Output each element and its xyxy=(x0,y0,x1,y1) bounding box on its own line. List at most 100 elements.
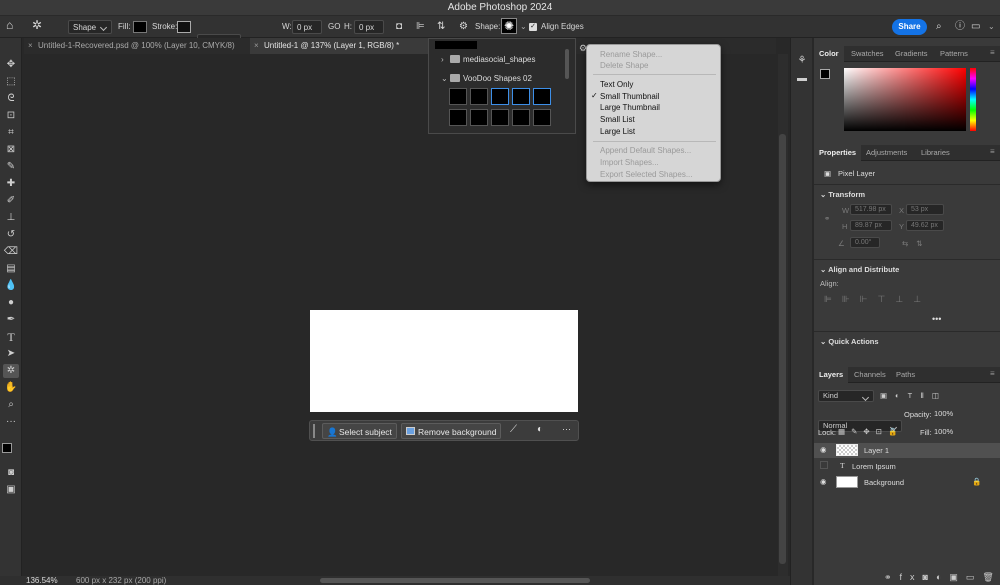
remove-background-button[interactable]: Remove background xyxy=(401,423,502,439)
shape-thumbnail[interactable] xyxy=(470,109,488,126)
object-selection-tool-icon[interactable]: ⊡ xyxy=(3,109,19,123)
vertical-scrollbar[interactable] xyxy=(778,54,788,576)
chevron-down-icon[interactable]: ⌄ xyxy=(520,20,527,34)
picker-scrollbar[interactable] xyxy=(565,49,569,79)
visibility-toggle[interactable] xyxy=(820,461,828,469)
doc-info[interactable]: 600 px x 232 px (200 ppi) xyxy=(76,576,166,585)
path-alignment-icon[interactable]: ⊫ xyxy=(416,20,425,34)
lasso-tool-icon[interactable]: ᘓ xyxy=(3,92,19,106)
align-section-header[interactable]: ⌄ Align and Distribute xyxy=(820,265,1000,274)
eyedropper-tool-icon[interactable]: ✎ xyxy=(3,160,19,174)
more-options-icon[interactable]: ••• xyxy=(932,314,1000,324)
layer-row-layer-1[interactable]: ◉ Layer 1 xyxy=(814,443,1000,458)
history-brush-tool-icon[interactable]: ↺ xyxy=(3,228,19,242)
menu-text-only[interactable]: Text Only xyxy=(600,79,633,90)
angle-field[interactable]: 0.00° xyxy=(850,237,880,248)
foreground-color-swatch[interactable] xyxy=(2,443,12,453)
tab-gradients[interactable]: Gradients xyxy=(890,46,933,62)
search-icon[interactable]: ⌕ xyxy=(936,20,942,34)
menu-append-default[interactable]: Append Default Shapes... xyxy=(600,145,691,156)
shape-preview-button[interactable]: ✺ xyxy=(501,18,517,34)
tab-color[interactable]: Color xyxy=(814,46,844,62)
mode-dropdown[interactable]: Shape xyxy=(68,20,112,34)
custom-shape-tool-icon[interactable]: ✲ xyxy=(3,364,19,378)
custom-shape-tool-icon[interactable]: ✲ xyxy=(32,18,42,32)
shape-thumbnail[interactable] xyxy=(512,109,530,126)
workspace-icon[interactable]: ▭ xyxy=(971,20,980,34)
horizontal-scroll-thumb[interactable] xyxy=(320,578,590,583)
share-button[interactable]: Share xyxy=(892,19,927,35)
tab-adjustments[interactable]: Adjustments xyxy=(861,145,912,161)
gear-icon[interactable]: ⚙ xyxy=(459,20,468,34)
close-icon[interactable]: × xyxy=(28,38,33,54)
color-field[interactable] xyxy=(844,68,966,131)
quick-actions-header[interactable]: ⌄ Quick Actions xyxy=(820,337,1000,346)
menu-large-list[interactable]: Large List xyxy=(600,126,635,137)
link-icon[interactable]: GO xyxy=(328,20,340,34)
transform-icon[interactable]: ⟋ xyxy=(510,424,517,435)
hue-slider[interactable] xyxy=(970,68,976,131)
shape-thumbnail[interactable] xyxy=(533,109,551,126)
drag-handle[interactable] xyxy=(313,424,315,438)
tab-paths[interactable]: Paths xyxy=(891,367,920,383)
chevron-down-icon[interactable]: ⌄ xyxy=(441,74,448,83)
select-subject-button[interactable]: 👤 Select subject xyxy=(322,423,397,439)
pen-tool-icon[interactable]: ✒ xyxy=(3,313,19,327)
history-panel-icon[interactable]: ⚘ xyxy=(794,54,810,68)
menu-small-list[interactable]: Small List xyxy=(600,114,635,125)
menu-import-shapes[interactable]: Import Shapes... xyxy=(600,157,659,168)
tab-libraries[interactable]: Libraries xyxy=(916,145,955,161)
marquee-tool-icon[interactable]: ⬚ xyxy=(3,75,19,89)
shape-thumbnail[interactable] xyxy=(470,88,488,105)
quick-mask-icon[interactable]: ◙ xyxy=(3,466,19,480)
comments-panel-icon[interactable]: ▬ xyxy=(794,72,810,86)
help-icon[interactable]: ⓘ xyxy=(955,20,965,34)
panel-menu-icon[interactable]: ≡ xyxy=(990,147,995,156)
menu-large-thumbnail[interactable]: Large Thumbnail xyxy=(600,102,660,113)
menu-rename-shape[interactable]: Rename Shape... xyxy=(600,49,662,60)
more-options-button[interactable]: ··· xyxy=(562,424,571,434)
zoom-level[interactable]: 136.54% xyxy=(26,576,58,585)
shape-thumbnail[interactable] xyxy=(533,88,551,105)
clone-stamp-tool-icon[interactable]: ⊥ xyxy=(3,211,19,225)
tab-recovered[interactable]: × Untitled-1-Recovered.psd @ 100% (Layer… xyxy=(24,38,246,54)
group-voodoo[interactable]: VooDoo Shapes 02 xyxy=(463,74,532,83)
foreground-color-swatch[interactable] xyxy=(820,69,830,79)
document-canvas[interactable] xyxy=(310,310,578,412)
tab-untitled-1[interactable]: × Untitled-1 @ 137% (Layer 1, RGB/8) * xyxy=(250,38,440,54)
transform-section-header[interactable]: ⌄ Transform xyxy=(820,190,1000,199)
layer-filter-dropdown[interactable]: Kind xyxy=(818,390,874,402)
layers-footer-icons[interactable]: ⚭fx◙◐▣▭🗑 xyxy=(884,572,1000,583)
path-operations-icon[interactable]: ◘ xyxy=(396,20,402,34)
shape-thumbnail[interactable] xyxy=(449,88,467,105)
tab-patterns[interactable]: Patterns xyxy=(935,46,973,62)
tab-layers[interactable]: Layers xyxy=(814,367,849,383)
tab-properties[interactable]: Properties xyxy=(814,145,862,161)
fill-field[interactable]: 100% xyxy=(934,426,964,438)
eye-icon[interactable]: ◉ xyxy=(820,445,827,454)
home-icon[interactable]: ⌂ xyxy=(6,18,13,32)
more-tools-icon[interactable]: ··· xyxy=(3,415,19,429)
type-tool-icon[interactable]: T xyxy=(3,330,19,344)
blur-tool-icon[interactable]: 💧 xyxy=(3,279,19,293)
healing-brush-tool-icon[interactable]: ✚ xyxy=(3,177,19,191)
shape-thumbnail[interactable] xyxy=(491,109,509,126)
chevron-right-icon[interactable]: › xyxy=(441,55,444,64)
flip-icons[interactable]: ⇆⇅ xyxy=(902,239,1000,248)
filter-icons[interactable]: ▣◐TⅡ◫ xyxy=(880,391,1000,400)
frame-tool-icon[interactable]: ⊠ xyxy=(3,143,19,157)
menu-delete-shape[interactable]: Delete Shape xyxy=(600,60,648,71)
transform-y-field[interactable]: 49.62 px xyxy=(906,220,944,231)
align-edges-checkbox[interactable]: ✓ xyxy=(529,23,537,31)
tab-swatches[interactable]: Swatches xyxy=(846,46,889,62)
shape-thumbnail[interactable] xyxy=(512,88,530,105)
transform-h-field[interactable]: 89.87 px xyxy=(850,220,892,231)
w-field[interactable]: 0 px xyxy=(292,20,322,34)
dodge-tool-icon[interactable]: ● xyxy=(3,296,19,310)
eye-icon[interactable]: ◉ xyxy=(820,477,827,486)
gradient-tool-icon[interactable]: ▤ xyxy=(3,262,19,276)
close-icon[interactable]: × xyxy=(254,38,259,54)
shape-thumbnail[interactable] xyxy=(491,88,509,105)
path-selection-tool-icon[interactable]: ➤ xyxy=(3,347,19,361)
screen-mode-icon[interactable]: ▣ xyxy=(3,483,19,497)
